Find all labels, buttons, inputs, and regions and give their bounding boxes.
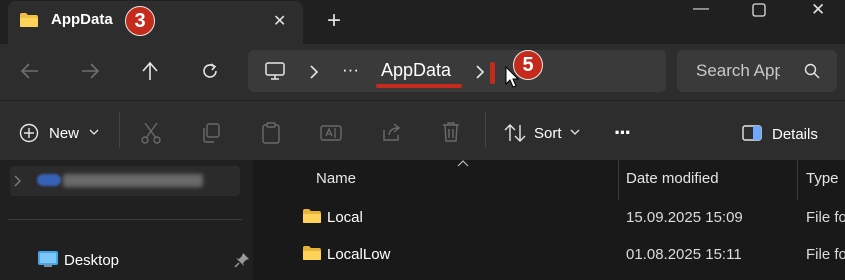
chevron-right-icon[interactable]	[309, 65, 319, 79]
column-header-type[interactable]: Type	[806, 170, 839, 187]
column-header-date[interactable]: Date modified	[626, 170, 719, 187]
tab-close-button[interactable]: ✕	[273, 11, 286, 31]
sort-ascending-icon	[457, 160, 469, 167]
sort-icon[interactable]	[504, 123, 526, 143]
new-tab-button[interactable]: +	[327, 7, 341, 35]
maximize-button[interactable]	[752, 3, 766, 17]
breadcrumb-appdata[interactable]: AppData	[381, 60, 451, 81]
chevron-down-icon[interactable]	[89, 128, 99, 136]
new-plus-icon[interactable]	[19, 123, 39, 143]
tab-title: AppData	[51, 11, 113, 28]
toolbar-divider	[119, 112, 120, 148]
onedrive-label-redacted	[63, 174, 203, 187]
search-icon[interactable]	[804, 63, 820, 79]
copy-icon[interactable]	[201, 123, 221, 143]
file-type: File folder	[806, 246, 845, 263]
file-name[interactable]: Local	[327, 209, 363, 226]
forward-arrow-icon[interactable]	[80, 62, 100, 80]
more-options-button[interactable]: ···	[614, 120, 632, 146]
back-arrow-icon[interactable]	[20, 62, 40, 80]
sort-button[interactable]: Sort	[534, 125, 562, 142]
command-bar	[0, 100, 845, 160]
column-divider[interactable]	[797, 160, 798, 200]
chevron-right-icon[interactable]	[475, 65, 485, 79]
paste-icon[interactable]	[261, 122, 281, 144]
pin-icon	[234, 252, 250, 268]
search-input[interactable]: Search AppData	[696, 61, 780, 81]
details-button[interactable]: Details	[772, 126, 818, 143]
breadcrumb-ellipsis[interactable]: ···	[342, 60, 359, 80]
rename-icon[interactable]	[320, 123, 342, 143]
step-badge: 3	[125, 6, 155, 36]
file-date: 15.09.2025 15:09	[626, 209, 743, 226]
minimize-button[interactable]: —	[693, 0, 709, 18]
file-name[interactable]: LocalLow	[327, 246, 390, 263]
up-arrow-icon[interactable]	[141, 61, 159, 81]
refresh-icon[interactable]	[201, 62, 219, 80]
folder-icon	[302, 245, 322, 261]
mouse-cursor-icon	[505, 66, 519, 88]
details-pane-icon[interactable]	[742, 125, 762, 141]
onedrive-icon	[37, 174, 61, 186]
cut-icon[interactable]	[141, 122, 161, 144]
folder-icon	[302, 208, 322, 224]
delete-icon[interactable]	[441, 121, 461, 143]
desktop-icon	[38, 251, 58, 268]
file-date: 01.08.2025 15:11	[626, 246, 742, 263]
chevron-right-icon[interactable]	[14, 175, 22, 187]
column-divider[interactable]	[618, 160, 619, 200]
sidebar-item-desktop[interactable]: Desktop	[64, 252, 119, 269]
folder-icon	[19, 12, 39, 28]
table-row[interactable]	[280, 201, 845, 233]
annotation-marker	[490, 62, 495, 84]
computer-icon	[264, 61, 286, 81]
chevron-down-icon[interactable]	[570, 128, 580, 136]
toolbar-divider	[485, 112, 486, 148]
new-button[interactable]: New	[49, 125, 79, 142]
file-type: File folder	[806, 209, 845, 226]
annotation-underline	[376, 84, 462, 88]
nav-divider	[8, 219, 242, 220]
share-icon[interactable]	[381, 122, 403, 142]
column-header-name[interactable]: Name	[316, 170, 356, 187]
close-window-button[interactable]: ✕	[811, 0, 825, 20]
